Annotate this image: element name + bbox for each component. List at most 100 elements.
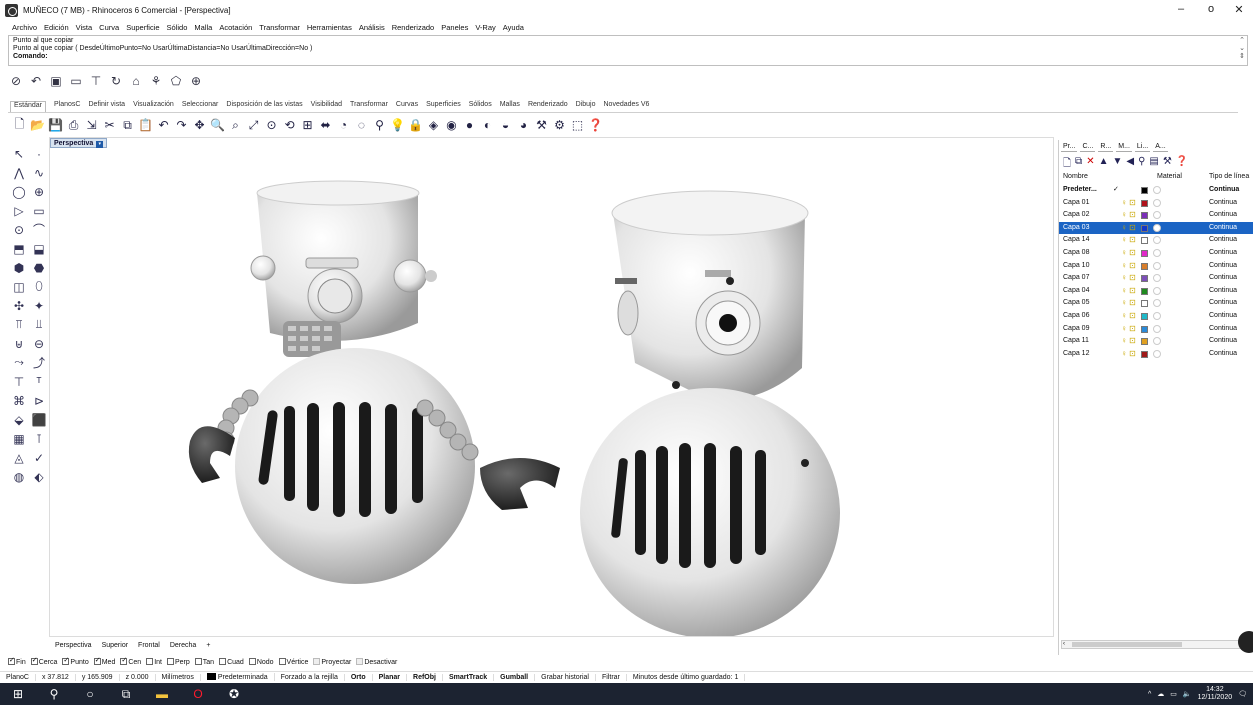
tab-seleccionar[interactable]: Seleccionar xyxy=(182,101,219,112)
layer-states-icon[interactable]: ▤ xyxy=(1149,156,1158,173)
lock-icon[interactable]: ⊡ xyxy=(1129,285,1136,297)
tab-materials[interactable]: M... xyxy=(1116,142,1132,152)
light-tool-icon[interactable]: ✦ xyxy=(31,298,47,313)
status-filter[interactable]: Filtrar xyxy=(596,673,627,681)
layer-row[interactable]: Capa 14 ♀ ⊡ Continua xyxy=(1059,234,1253,247)
lock-icon[interactable]: 🔒 xyxy=(408,118,423,133)
layer-material-icon[interactable] xyxy=(1153,211,1161,220)
col-name[interactable]: Nombre xyxy=(1063,173,1088,180)
cancel-icon[interactable]: ⊘ xyxy=(8,73,24,89)
layer-color-swatch[interactable] xyxy=(1141,262,1148,270)
layer-material-icon[interactable] xyxy=(1153,186,1161,194)
move-up-icon[interactable]: ▲ xyxy=(1099,156,1109,173)
new-icon[interactable]: 🗋 xyxy=(12,117,27,133)
layer-material-icon[interactable] xyxy=(1153,312,1161,320)
tab-layers[interactable]: C... xyxy=(1080,142,1096,152)
layer-material-icon[interactable] xyxy=(1153,286,1161,295)
properties-icon[interactable]: ⬠ xyxy=(168,73,184,89)
properties-icon[interactable]: ◉ xyxy=(444,118,459,133)
layer-color-swatch[interactable] xyxy=(1141,224,1148,232)
status-history[interactable]: Grabar historial xyxy=(535,673,596,681)
tab-transformar[interactable]: Transformar xyxy=(350,101,388,112)
checkbox[interactable] xyxy=(248,657,256,665)
fillet-icon[interactable]: ⌒ xyxy=(31,222,47,237)
layer-material-icon[interactable] xyxy=(1153,261,1161,270)
viewport-label[interactable]: Perspectiva ▾ xyxy=(50,138,108,148)
visibility-bulb-icon[interactable]: ♀ xyxy=(1121,348,1127,360)
visibility-bulb-icon[interactable]: ♀ xyxy=(1121,260,1127,272)
layer-color-swatch[interactable] xyxy=(1141,325,1148,333)
layer-color-swatch[interactable] xyxy=(1141,237,1148,245)
rhino-app-icon[interactable]: ✪ xyxy=(216,683,252,705)
layer-row[interactable]: Capa 08 ♀ ⊡ Continua xyxy=(1059,247,1253,260)
chevron-up-icon[interactable]: ^ xyxy=(1148,691,1151,698)
checkbox[interactable] xyxy=(313,657,321,665)
layer-linetype[interactable]: Continua xyxy=(1209,335,1237,347)
command-scroll-icon[interactable]: ⌃ ⌄ ⇕ xyxy=(1239,37,1245,61)
pan-icon[interactable]: ✥ xyxy=(192,118,207,133)
task-view-icon[interactable]: ⧉ xyxy=(108,683,144,705)
file-explorer-icon[interactable]: ▬ xyxy=(144,683,180,705)
menu-item[interactable]: Vista xyxy=(76,23,93,32)
checkbox[interactable] xyxy=(219,657,227,665)
checkbox[interactable] xyxy=(356,657,364,665)
tab-perspectiva[interactable]: Perspectiva xyxy=(53,642,94,649)
rectangle-icon[interactable]: ▭ xyxy=(31,203,47,218)
visibility-bulb-icon[interactable]: ♀ xyxy=(1121,234,1127,246)
light-icon[interactable]: 💡 xyxy=(390,118,405,133)
lock-icon[interactable]: ⊡ xyxy=(1129,197,1136,209)
layer-color-swatch[interactable] xyxy=(1141,313,1148,320)
select-window-icon[interactable]: ◌ xyxy=(354,118,369,133)
minimize-button[interactable]: – xyxy=(1166,3,1196,17)
tab-definir-vista[interactable]: Definir vista xyxy=(89,101,126,112)
layer-color-swatch[interactable] xyxy=(1141,187,1148,194)
menu-item[interactable]: Sólido xyxy=(167,23,188,32)
osnap-perp[interactable]: Perp xyxy=(166,657,190,666)
floating-button[interactable] xyxy=(1238,631,1253,653)
visibility-bulb-icon[interactable]: ♀ xyxy=(1121,285,1127,297)
checkbox[interactable] xyxy=(166,657,174,665)
visibility-bulb-icon[interactable]: ♀ xyxy=(1121,335,1127,347)
checkbox[interactable] xyxy=(194,657,202,665)
osnap-punto[interactable]: Punto xyxy=(62,656,89,666)
checkbox[interactable] xyxy=(146,657,154,665)
menu-item[interactable]: Edición xyxy=(44,23,69,32)
status-layer[interactable]: Predeterminada xyxy=(201,673,275,681)
arc-icon[interactable]: ▷ xyxy=(11,203,27,218)
osnap-cen[interactable]: Cen xyxy=(120,656,141,666)
tab-curvas[interactable]: Curvas xyxy=(396,101,418,112)
windows-start-icon[interactable]: ⊞ xyxy=(0,683,36,705)
copy-icon[interactable]: ⧉ xyxy=(120,118,135,133)
visibility-bulb-icon[interactable]: ♀ xyxy=(1121,310,1127,322)
clock[interactable]: 14:32 12/11/2020 xyxy=(1198,686,1233,702)
layer-material-icon[interactable] xyxy=(1153,198,1161,207)
lock-icon[interactable]: ⊡ xyxy=(1129,234,1136,246)
osnap-proyectar[interactable]: Proyectar xyxy=(313,657,351,666)
help-icon[interactable]: ❓ xyxy=(588,118,603,133)
col-material[interactable]: Material xyxy=(1157,173,1182,180)
layer-row[interactable]: Predeter... ✓ Continua xyxy=(1059,184,1253,197)
paste-icon[interactable]: 📋 xyxy=(138,118,153,133)
layer-row[interactable]: Capa 07 ♀ ⊡ Continua xyxy=(1059,272,1253,285)
layer-row[interactable]: Capa 12 ♀ ⊡ Continua xyxy=(1059,348,1253,361)
layer-material-icon[interactable] xyxy=(1153,299,1161,308)
group-icon[interactable]: ⌘ xyxy=(11,393,27,408)
menu-item[interactable]: Renderizado xyxy=(392,23,435,32)
menu-item[interactable]: Archivo xyxy=(12,23,37,32)
viewport-layout-icon[interactable]: ⊞ xyxy=(300,118,315,133)
layer-row[interactable]: Capa 05 ♀ ⊡ Continua xyxy=(1059,297,1253,310)
panel-scrollbar[interactable]: ‹ xyxy=(1061,640,1251,649)
block-icon[interactable]: ⊳ xyxy=(31,393,47,408)
undo-view-icon[interactable]: ↶ xyxy=(28,73,44,89)
undo-icon[interactable]: ↶ xyxy=(156,118,171,133)
osnap-toggle-icon[interactable]: ⚲ xyxy=(372,118,387,133)
status-grid-snap[interactable]: Forzado a la rejilla xyxy=(275,673,345,681)
tab-properties[interactable]: Pr... xyxy=(1061,142,1078,152)
lock-icon[interactable]: ⊡ xyxy=(1129,348,1136,360)
tab-render[interactable]: R... xyxy=(1098,142,1114,152)
layer-name[interactable]: Capa 07 xyxy=(1063,272,1089,284)
cut-icon[interactable]: ✂ xyxy=(102,118,117,133)
zoom-extents-icon[interactable]: ⤢ xyxy=(246,118,261,133)
layer-material-icon[interactable] xyxy=(1153,249,1161,257)
visibility-bulb-icon[interactable]: ♀ xyxy=(1121,209,1127,221)
